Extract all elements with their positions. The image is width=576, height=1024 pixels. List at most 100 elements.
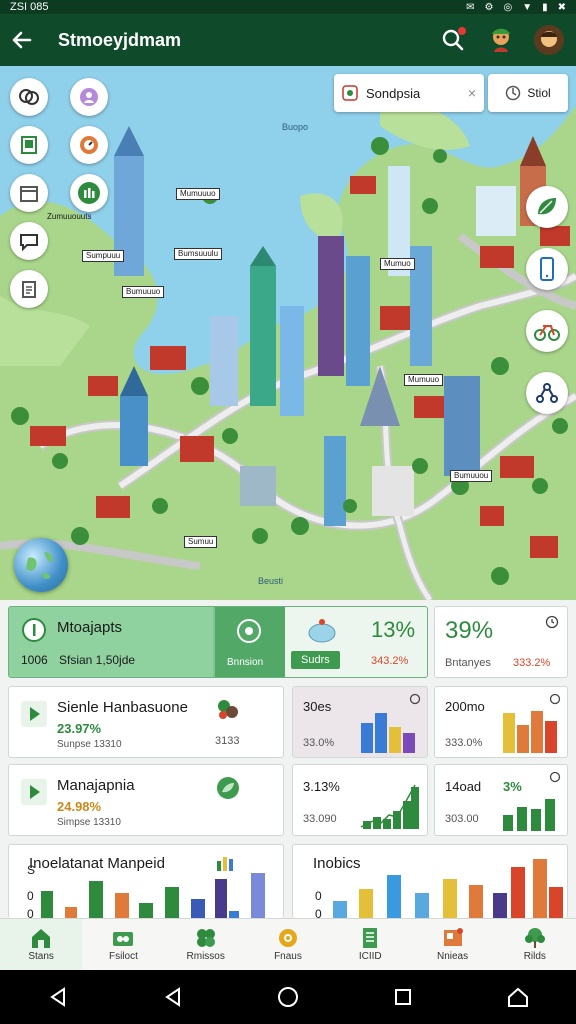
home-icon [32, 929, 51, 948]
axis-label: 0 [315, 907, 322, 918]
map-search-field[interactable]: Sondpsia × [334, 74, 484, 112]
layers-tool[interactable] [10, 78, 48, 116]
search-button[interactable] [436, 23, 470, 57]
avatar-icon [534, 25, 564, 55]
nav-label: Nnieas [436, 951, 469, 962]
gauge-icon [80, 136, 98, 154]
kpi-value: 39% [445, 617, 494, 644]
trend-card-title: 14oad [445, 779, 482, 794]
place-label[interactable]: Mumuo [380, 258, 415, 270]
bar-chart-card[interactable]: 30es 33.0% [292, 686, 428, 758]
list-card[interactable]: Sienle Hanbasuone 23.97% Sunpse 13310 31… [8, 686, 284, 758]
nav-item-data[interactable]: ICIID [329, 919, 411, 970]
building-tool[interactable] [10, 126, 48, 164]
puzzle-icon [218, 700, 238, 719]
nav-item-missions[interactable]: Rmissos [165, 919, 247, 970]
status-time: ZSI 085 [10, 1, 49, 13]
character-button[interactable] [484, 23, 518, 57]
calendar-tool[interactable] [10, 174, 48, 212]
play-icon [21, 701, 47, 727]
chart-card[interactable]: Inobics 0 0 [292, 844, 568, 918]
summary-mid-label: Bnnsion [227, 657, 264, 668]
chart-card[interactable]: Inoelatanat Manpeid S 0 0 [8, 844, 284, 918]
stats-tool[interactable] [70, 174, 108, 212]
network-tool[interactable] [526, 372, 568, 414]
axis-label: 0 [315, 889, 322, 903]
notification-dot [458, 27, 466, 35]
globe-icon [26, 552, 53, 579]
list-card-title: Manajapnia [57, 777, 135, 794]
summary-status-pill[interactable]: Sudrs [291, 651, 340, 669]
system-back-button[interactable] [38, 977, 78, 1017]
nav-item-builds[interactable]: Rilds [494, 919, 576, 970]
phone-icon [540, 257, 554, 281]
search-input[interactable]: Sondpsia [366, 86, 420, 101]
profile-tool[interactable] [70, 78, 108, 116]
system-home-alt-button[interactable] [498, 977, 538, 1017]
mini-bar-chart [503, 711, 557, 753]
settings-icon: ⚙ [484, 1, 494, 13]
character-icon [492, 28, 510, 52]
bar-chart-card[interactable]: 200mo 333.0% [434, 686, 568, 758]
document-icon [363, 928, 378, 948]
axis-label: 0 [27, 889, 34, 903]
avatar[interactable] [532, 23, 566, 57]
phone-tool[interactable] [526, 248, 568, 290]
bar-chart [333, 859, 563, 918]
nav-item-finance[interactable]: Fnaus [247, 919, 329, 970]
newspaper-icon [443, 928, 463, 946]
system-recents-button[interactable] [383, 977, 423, 1017]
nav-item-home[interactable]: Stans [0, 919, 83, 970]
gauge-tool[interactable] [70, 126, 108, 164]
list-card-sub: Simpse 13310 [57, 817, 121, 828]
place-label[interactable]: Bumuuou [450, 470, 493, 482]
page-title: Stmoeyjdmam [58, 29, 182, 50]
clear-icon[interactable]: × [468, 85, 476, 101]
close-icon: ✖ [557, 1, 566, 13]
bicycle-icon [534, 325, 560, 341]
place-label[interactable]: Mumuuuo [176, 188, 220, 200]
cycle-tool[interactable] [526, 310, 568, 352]
list-card[interactable]: Manajapnia 24.98% Simpse 13310 [8, 764, 284, 836]
trend-card[interactable]: 14oad 3% 303.00 [434, 764, 568, 836]
clock-icon [549, 771, 561, 783]
back-button[interactable] [0, 14, 44, 66]
dashboard-panel: Mtoajapts 1006 Sfsian 1,50jde Bnnsion 13… [0, 600, 576, 918]
bar-chart-icon [78, 182, 100, 204]
trend-card-value: 303.00 [445, 813, 479, 825]
summary-card[interactable]: Mtoajapts 1006 Sfsian 1,50jde Bnnsion 13… [8, 606, 428, 678]
trend-card-badge: 3% [503, 779, 522, 794]
kpi-card[interactable]: 39% Bntanyes 333.2% [434, 606, 568, 678]
leaf-icon [538, 198, 556, 215]
status-icons: ✉ ⚙ ◎ ▼ ▮ ✖ [466, 2, 566, 13]
info-icon [22, 618, 46, 642]
map-filter-chip[interactable]: Stiol [488, 74, 568, 112]
water-label: Buopo [282, 122, 309, 132]
summary-right-delta: 343.2% [371, 655, 409, 667]
clock-icon [545, 615, 559, 629]
gear-icon [278, 929, 297, 947]
system-back-button-2[interactable] [153, 977, 193, 1017]
place-label[interactable]: Mumuuo [404, 374, 444, 386]
plant-tool[interactable] [526, 186, 568, 228]
nav-label: Rmissos [186, 951, 225, 962]
location-icon: ◎ [503, 1, 513, 13]
chat-tool[interactable] [10, 222, 48, 260]
person-icon [80, 88, 98, 106]
place-label[interactable]: Sumuu [184, 536, 218, 548]
clipboard-tool[interactable] [10, 270, 48, 308]
place-label[interactable]: Bumsuuulu [174, 248, 223, 260]
nav-item-projects[interactable]: Fsiloct [82, 919, 164, 970]
globe-button[interactable] [14, 538, 68, 592]
system-home-button[interactable] [268, 977, 308, 1017]
city-map[interactable]: Buopo Beusti Mumuuuo Zumuuouuts Bumsuuul… [0, 66, 576, 600]
house-outline-icon [508, 987, 529, 1007]
place-label[interactable]: Bumuuuo [122, 286, 165, 298]
chat-icon [20, 234, 38, 252]
summary-sub: Sfsian 1,50jde [59, 653, 136, 667]
trend-card[interactable]: 3.13% 33.090 [292, 764, 428, 836]
nav-label: Stans [28, 951, 54, 962]
nav-label: Fnaus [274, 951, 302, 962]
nav-item-news[interactable]: Nnieas [411, 919, 493, 970]
water-label: Beusti [258, 576, 284, 586]
